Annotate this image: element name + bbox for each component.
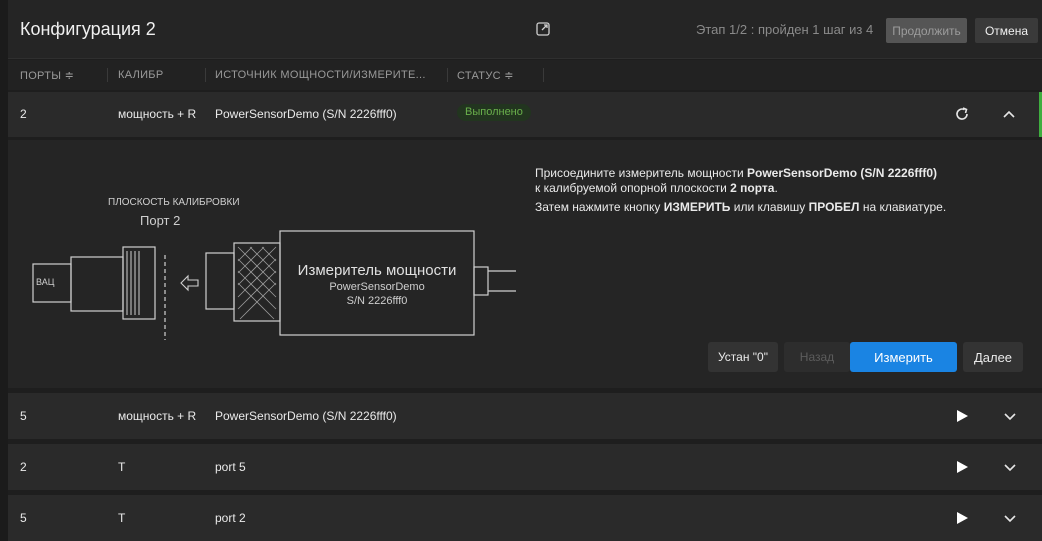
- table-row[interactable]: 5 T port 2: [8, 495, 1042, 541]
- set-zero-button[interactable]: Устан "0": [708, 342, 778, 372]
- stage-progress-text: Этап 1/2 : пройден 1 шаг из 4: [696, 22, 874, 37]
- instruction-text-part: .: [774, 181, 778, 195]
- page-title: Конфигурация 2: [20, 19, 156, 39]
- row-calib: мощность + R: [118, 107, 197, 121]
- row-source: PowerSensorDemo (S/N 2226fff0): [215, 107, 397, 121]
- instruction-text-part: Затем нажмите кнопку: [535, 200, 664, 214]
- port-label: Порт 2: [140, 213, 181, 228]
- play-icon[interactable]: [955, 511, 969, 525]
- chevron-down-icon[interactable]: [1003, 462, 1017, 474]
- row-source: port 5: [215, 460, 246, 474]
- refresh-icon[interactable]: [953, 105, 971, 123]
- meter-title: Измеритель мощности: [297, 262, 457, 279]
- status-badge: Выполнено: [457, 104, 531, 121]
- meter-model: PowerSensorDemo: [329, 281, 425, 293]
- column-source[interactable]: ИСТОЧНИК МОЩНОСТИ/ИЗМЕРИТЕ...: [215, 69, 426, 81]
- instruction-text-part: Присоедините измеритель мощности: [535, 166, 747, 180]
- cancel-button[interactable]: Отмена: [975, 18, 1038, 43]
- header-bar: Конфигурация 2 Этап 1/2 : пройден 1 шаг …: [8, 0, 1042, 59]
- row-port: 5: [20, 511, 27, 525]
- column-calib[interactable]: КАЛИБР: [118, 69, 163, 81]
- next-button[interactable]: Далее: [963, 342, 1023, 372]
- instruction-port-name: 2 порта: [730, 181, 775, 195]
- table-header: ПОРТЫ ≑ КАЛИБР ИСТОЧНИК МОЩНОСТИ/ИЗМЕРИТ…: [8, 60, 1042, 90]
- instruction-text: Присоедините измеритель мощности PowerSe…: [535, 166, 1005, 219]
- table-row[interactable]: 2 мощность + R PowerSensorDemo (S/N 2226…: [8, 92, 1042, 137]
- external-link-icon[interactable]: [535, 21, 551, 37]
- calibration-plane-label: ПЛОСКОСТЬ КАЛИБРОВКИ: [108, 197, 240, 208]
- row-source: port 2: [215, 511, 246, 525]
- column-status[interactable]: СТАТУС ≑: [457, 69, 514, 82]
- instruction-measure-key: ИЗМЕРИТЬ: [663, 200, 731, 214]
- play-icon[interactable]: [955, 460, 969, 474]
- measure-button[interactable]: Измерить: [850, 342, 957, 372]
- back-button[interactable]: Назад: [784, 342, 850, 372]
- step-detail-panel: ПЛОСКОСТЬ КАЛИБРОВКИ Порт 2 ВАЦ Измерите…: [8, 140, 1042, 388]
- table-row[interactable]: 5 мощность + R PowerSensorDemo (S/N 2226…: [8, 393, 1042, 439]
- play-icon[interactable]: [955, 409, 969, 423]
- instruction-text-part: или клавишу: [730, 200, 809, 214]
- row-calib: T: [118, 460, 126, 474]
- column-divider: [205, 68, 206, 82]
- row-port: 2: [20, 460, 27, 474]
- instruction-text-part: на клавиатуре.: [859, 200, 947, 214]
- instruction-device-name: PowerSensorDemo (S/N 2226fff0): [747, 166, 938, 180]
- calibration-window: Конфигурация 2 Этап 1/2 : пройден 1 шаг …: [8, 0, 1042, 541]
- chevron-up-icon[interactable]: [1002, 108, 1016, 120]
- continue-button[interactable]: Продолжить: [886, 18, 967, 43]
- column-divider: [447, 68, 448, 82]
- column-divider: [107, 68, 108, 82]
- row-calib: T: [118, 511, 126, 525]
- column-ports[interactable]: ПОРТЫ ≑: [20, 69, 74, 82]
- vna-label: ВАЦ: [36, 277, 55, 287]
- chevron-down-icon[interactable]: [1003, 411, 1017, 423]
- chevron-down-icon[interactable]: [1003, 513, 1017, 525]
- row-port: 2: [20, 107, 27, 121]
- row-calib: мощность + R: [118, 409, 197, 423]
- column-divider: [543, 68, 544, 82]
- row-source: PowerSensorDemo (S/N 2226fff0): [215, 409, 397, 423]
- row-port: 5: [20, 409, 27, 423]
- table-row[interactable]: 2 T port 5: [8, 444, 1042, 490]
- meter-serial: S/N 2226fff0: [346, 295, 408, 307]
- instruction-text-part: к калибруемой опорной плоскости: [535, 181, 731, 195]
- instruction-space-key: ПРОБЕЛ: [808, 200, 860, 214]
